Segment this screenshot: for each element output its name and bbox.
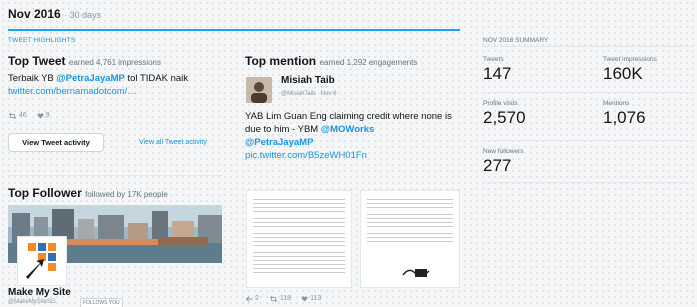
top-tweet-retweets[interactable]: 46 [8, 112, 27, 119]
period-days: · 30 days [64, 10, 102, 20]
top-mention-like-count: 113 [310, 295, 322, 302]
top-follower-divider [8, 175, 223, 176]
top-follower-title-text: Top Follower [8, 186, 82, 200]
top-tweet-title-text: Top Tweet [8, 54, 66, 68]
top-tweet-text-suffix: tol TIDAK naik [124, 73, 189, 84]
top-tweet-likes[interactable]: 9 [37, 112, 50, 119]
top-tweet-link[interactable]: twitter.com/bernamadotcom/… [8, 86, 137, 97]
summary-divider-2 [483, 140, 693, 141]
follows-you-badge: FOLLOWS YOU [80, 298, 123, 307]
profile-visits-value: 2,570 [483, 108, 526, 127]
mention-user-photo [246, 77, 272, 103]
profile-visits-label: Profile visits [483, 100, 518, 107]
top-mention-retweets[interactable]: 118 [269, 295, 291, 302]
top-mention-mention-2[interactable]: @PetraJayaMP [245, 137, 313, 148]
view-tweet-activity-button[interactable]: View Tweet activity [8, 133, 104, 152]
highlights-rule [8, 29, 460, 31]
top-mention-title-text: Top mention [245, 54, 317, 68]
top-mention-retweet-count: 118 [279, 295, 292, 302]
top-follower-handle[interactable]: @MakeMySiteSG [8, 299, 56, 305]
top-tweet-text-prefix: Terbaik YB [8, 73, 57, 84]
top-mention-reply-count: 2 [255, 295, 259, 302]
highlights-header: TWEET HIGHLIGHTS [8, 37, 76, 44]
avatar[interactable] [246, 77, 272, 103]
period-label: Nov 2016 [8, 7, 61, 21]
mentions-label: Mentions [603, 100, 630, 107]
top-mention-stats: 2 118 113 [246, 295, 321, 302]
mentions-value: 1,076 [603, 108, 646, 127]
period-title: Nov 2016 · 30 days [8, 7, 101, 21]
mention-user-name[interactable]: Misiah Taib [281, 75, 335, 86]
new-followers-value: 277 [483, 156, 512, 175]
impressions-label: Tweet impressions [603, 56, 657, 63]
top-mention-text: YAB Lim Guan Eng claiming credit where n… [245, 110, 465, 162]
top-mention-link[interactable]: pic.twitter.com/B5zeWH01Fn [245, 150, 367, 161]
retweet-icon [8, 112, 17, 119]
summary-header: NOV 2016 SUMMARY [483, 37, 549, 44]
new-followers-label: New followers [483, 148, 524, 155]
top-follower-avatar[interactable] [17, 236, 67, 286]
top-tweet-like-count: 9 [45, 112, 50, 119]
top-tweet-stats: 46 9 [8, 112, 50, 119]
heart-icon [37, 112, 44, 118]
top-follower-subtitle: followed by 17K people [85, 190, 168, 199]
stamp-icon [402, 269, 430, 277]
retweet-icon [269, 295, 278, 302]
top-tweet-retweet-count: 46 [19, 112, 27, 119]
impressions-value: 160K [603, 64, 643, 83]
top-follower-name[interactable]: Make My Site [8, 287, 71, 298]
reply-icon [246, 295, 253, 302]
summary-divider-1 [483, 92, 693, 93]
mention-user-handle[interactable]: @MisiahTaib · Nov 6 [281, 91, 336, 97]
attached-document-2[interactable] [360, 190, 460, 288]
top-mention-title: Top mention earned 1,292 engagements [245, 54, 417, 68]
tweets-value: 147 [483, 64, 512, 83]
summary-divider-3 [483, 182, 693, 183]
tweets-label: Tweets [483, 56, 504, 63]
view-all-tweet-activity-link[interactable]: View all Tweet activity [139, 139, 207, 146]
attached-document-1[interactable] [246, 190, 352, 288]
top-mention-subtitle: earned 1,292 engagements [319, 58, 418, 67]
top-tweet-subtitle: earned 4,761 impressions [68, 58, 161, 67]
summary-rule [483, 46, 693, 47]
top-mention-replies[interactable]: 2 [246, 295, 259, 302]
top-mention-likes[interactable]: 113 [301, 295, 321, 302]
make-my-site-logo [26, 243, 56, 279]
heart-icon [301, 295, 308, 301]
top-tweet-text: Terbaik YB @PetraJayaMP tol TIDAK naik t… [8, 72, 228, 98]
top-tweet-mention[interactable]: @PetraJayaMP [56, 73, 124, 84]
top-mention-mention-1[interactable]: @MOWorks [321, 124, 374, 135]
top-tweet-title: Top Tweet earned 4,761 impressions [8, 54, 161, 68]
top-follower-title: Top Follower followed by 17K people [8, 186, 168, 200]
